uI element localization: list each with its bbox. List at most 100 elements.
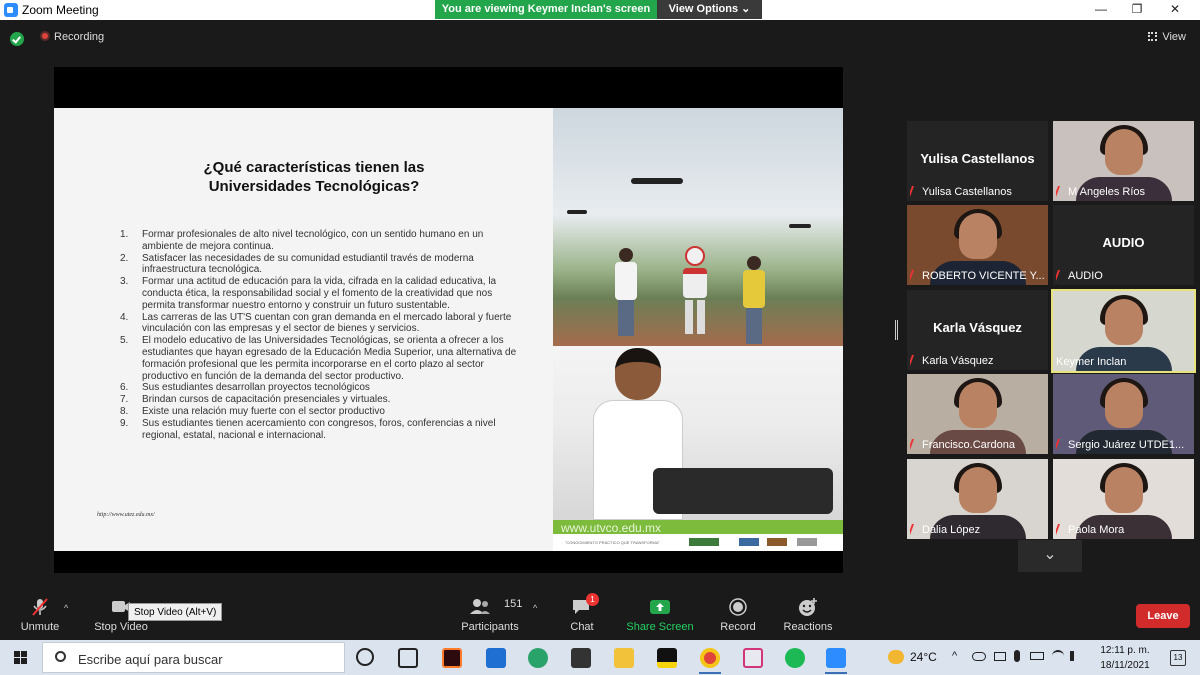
notification-center-icon[interactable]: 13 — [1170, 650, 1186, 666]
close-button[interactable]: ✕ — [1160, 2, 1190, 16]
taskbar-search-box[interactable]: Escribe aquí para buscar — [42, 642, 345, 673]
muted-mic-icon — [910, 186, 922, 197]
participant-video-face — [958, 382, 997, 428]
slide-text-panel: ¿Qué características tienen las Universi… — [54, 108, 553, 551]
participant-name-label: AUDIO — [1056, 269, 1191, 283]
audio-options-caret-icon[interactable]: ^ — [64, 603, 68, 613]
search-icon — [55, 651, 66, 662]
participant-tile[interactable]: Sergio Juárez UTDE1... — [1053, 374, 1194, 454]
slide-list: 1. Formar profesionales de alto nivel tec… — [120, 229, 520, 441]
slide-list-item: 9. Sus estudiantes tienen acercamiento co… — [120, 418, 520, 442]
record-button[interactable]: Record — [698, 597, 778, 633]
sticky-notes-icon[interactable] — [657, 648, 677, 668]
share-screen-label: Share Screen — [626, 621, 694, 633]
slide-source-url: http://www.utez.edu.mx/ — [97, 512, 155, 518]
chat-button[interactable]: 1 Chat — [542, 593, 622, 633]
zoom-taskbar-icon[interactable] — [826, 648, 846, 668]
muted-mic-icon — [1056, 524, 1068, 535]
spotify-icon[interactable] — [785, 648, 805, 668]
onedrive-icon[interactable] — [972, 652, 986, 661]
participant-name: ROBERTO VICENTE Y... — [922, 270, 1045, 282]
shared-screen[interactable]: ¿Qué características tienen las Universi… — [54, 67, 843, 593]
display-icon[interactable] — [994, 652, 1006, 661]
windows-start-icon[interactable] — [14, 651, 28, 665]
participant-tile[interactable]: Keymer Inclan — [1051, 289, 1196, 373]
view-options-button[interactable]: View Options ⌄ — [657, 0, 762, 19]
participant-name: Yulisa Castellanos — [922, 186, 1012, 198]
robot-figure — [681, 246, 709, 336]
mic-icon[interactable] — [1014, 650, 1020, 662]
participant-video-face — [958, 213, 997, 259]
participant-tile[interactable]: Yulisa Castellanos Yulisa Castellanos — [907, 121, 1048, 201]
participant-name-label: Dalia López — [910, 523, 1045, 537]
unmute-label: Unmute — [20, 621, 60, 633]
weather-icon[interactable] — [888, 650, 904, 664]
chevron-up-icon[interactable]: ^ — [952, 650, 957, 662]
partner-logo-icon — [797, 538, 817, 546]
minimize-button[interactable]: — — [1086, 2, 1116, 16]
edge-icon[interactable] — [528, 648, 548, 668]
participant-tile[interactable]: Karla Vásquez Karla Vásquez — [907, 290, 1048, 370]
zoom-active-indicator — [825, 672, 847, 674]
participant-name-label: Karla Vásquez — [910, 354, 1045, 368]
participant-name: M Angeles Ríos — [1068, 186, 1146, 198]
participant-tile[interactable]: Dalia López — [907, 459, 1048, 539]
slide-list-number: 4. — [120, 311, 129, 323]
participant-name-label: Keymer Inclan — [1056, 355, 1191, 369]
temperature[interactable]: 24°C — [910, 650, 937, 664]
viewing-screen-banner: You are viewing Keymer Inclan's screen — [435, 0, 657, 19]
slide-list-text: Formar una actitud de educación para la … — [142, 276, 497, 311]
gallery-next-page-button[interactable]: ⌄ — [1018, 540, 1082, 572]
clock-date: 18/11/2021 — [1100, 660, 1150, 671]
record-icon — [698, 597, 778, 617]
participants-label: Participants — [461, 621, 519, 633]
mail-icon[interactable] — [486, 648, 506, 668]
participant-video-face — [1104, 129, 1143, 175]
participant-tile[interactable]: M Angeles Ríos — [1053, 121, 1194, 201]
clock[interactable]: 12:11 p. m. 18/11/2021 — [1085, 643, 1165, 673]
participant-tile[interactable]: Paola Mora — [1053, 459, 1194, 539]
participants-options-caret-icon[interactable]: ^ — [533, 603, 537, 613]
reactions-label: Reactions — [783, 621, 833, 633]
slide-list-text: Formar profesionales de alto nivel tecno… — [142, 229, 484, 252]
restore-button[interactable]: ❐ — [1122, 2, 1152, 16]
ut-logo-icon — [689, 538, 719, 546]
student-figure — [615, 248, 637, 338]
participant-tile[interactable]: AUDIO AUDIO — [1053, 205, 1194, 285]
participant-tile[interactable]: ROBERTO VICENTE Y... — [907, 205, 1048, 285]
meeting-area: Recording View ¿Qué características tien… — [0, 20, 1200, 640]
file-explorer-icon[interactable] — [614, 648, 634, 668]
leave-button[interactable]: Leave — [1136, 604, 1190, 628]
participant-video-face — [1104, 382, 1143, 428]
participants-button[interactable]: 151 Participants — [450, 597, 530, 633]
slide-list-item: 6. Sus estudiantes desarrollan proyectos … — [120, 382, 520, 394]
chat-icon: 1 — [542, 593, 622, 617]
illustrator-icon[interactable] — [442, 648, 462, 668]
slide-list-item: 2. Satisfacer las necesidades de su comun… — [120, 253, 520, 277]
panel-resize-handle[interactable] — [895, 320, 898, 340]
slide-list-number: 6. — [120, 382, 129, 394]
slide-list-text: Sus estudiantes tienen acercamiento con … — [142, 417, 496, 441]
share-screen-button[interactable]: Share Screen — [620, 597, 700, 633]
recording-indicator[interactable]: Recording — [40, 31, 104, 43]
participant-tile[interactable]: Francisco.Cardona — [907, 374, 1048, 454]
slide-list-item: 5. El modelo educativo de las Universidad… — [120, 335, 520, 382]
task-view-icon[interactable] — [398, 648, 418, 668]
chrome-icon[interactable] — [700, 648, 720, 668]
participant-name: Karla Vásquez — [922, 355, 994, 367]
security-shield-icon[interactable] — [10, 32, 24, 46]
snipping-tool-icon[interactable] — [743, 648, 763, 668]
slide-list-item: 4. Las carreras de las UT'S cuentan con g… — [120, 312, 520, 336]
muted-mic-icon — [910, 355, 922, 366]
view-layout-button[interactable]: View — [1148, 31, 1186, 43]
reactions-button[interactable]: Reactions — [768, 597, 848, 633]
slide-list-item: 7. Brindan cursos de capacitación presenc… — [120, 394, 520, 406]
battery-icon[interactable] — [1030, 652, 1044, 660]
cortana-icon[interactable] — [356, 648, 374, 666]
chrome-active-indicator — [699, 672, 721, 674]
store-icon[interactable] — [571, 648, 591, 668]
wifi-icon[interactable] — [1052, 650, 1064, 662]
zoom-logo-icon — [4, 3, 18, 17]
volume-icon[interactable] — [1070, 651, 1080, 661]
participant-name-label: Yulisa Castellanos — [910, 185, 1045, 199]
